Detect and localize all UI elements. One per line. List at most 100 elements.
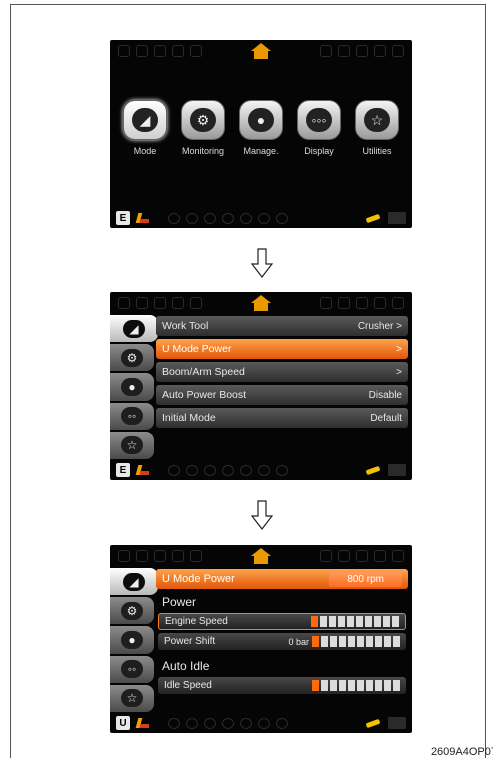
row-auto-power-boost[interactable]: Auto Power Boost Disable <box>156 385 408 405</box>
level-segment <box>339 636 346 647</box>
menu-label: Display <box>304 146 334 156</box>
menu-item-manage[interactable]: ● Manage. <box>234 100 288 156</box>
item-label: Power Shift <box>164 636 216 647</box>
row-value: Default <box>370 412 402 424</box>
header-label: U Mode Power <box>162 573 235 585</box>
indicator-icon <box>222 717 234 729</box>
lamp-icon <box>320 297 332 309</box>
home-icon[interactable] <box>251 548 271 564</box>
idle-speed-bar[interactable] <box>312 680 400 691</box>
menu-item-utilities[interactable]: ☆ Utilities <box>350 100 404 156</box>
level-segment <box>366 636 373 647</box>
tab-monitoring[interactable]: ⚙ <box>110 344 154 372</box>
section-power: Power <box>162 595 197 609</box>
home-icon[interactable] <box>251 295 271 311</box>
temp-icon <box>154 550 166 562</box>
indicator-icon <box>168 212 180 224</box>
fuel-icon <box>356 297 368 309</box>
level-segment <box>329 616 336 627</box>
level-segment <box>393 636 400 647</box>
tab-mode[interactable]: ◢ <box>110 315 158 343</box>
mode-menu-screen: ◢ ⚙ ● ◦◦ ☆ Work Tool Crusher > U Mode Po… <box>110 292 412 480</box>
engine-speed-bar[interactable] <box>311 616 399 627</box>
row-value: > <box>396 343 402 355</box>
gear-icon <box>374 45 386 57</box>
indicator-icon <box>204 212 216 224</box>
level-segment <box>374 616 381 627</box>
u-mode-power-panel: U Mode Power 800 rpm Power Engine Speed … <box>156 569 408 697</box>
work-mode-icon <box>134 211 150 225</box>
level-segment <box>356 616 363 627</box>
indicator-icon <box>240 464 252 476</box>
level-segment <box>384 680 391 691</box>
menu-item-monitoring[interactable]: ⚙ Monitoring <box>176 100 230 156</box>
tab-mode[interactable]: ◢ <box>110 568 158 596</box>
indicator-icon <box>204 464 216 476</box>
mode-icon[interactable]: ◢ <box>123 100 167 140</box>
level-segment <box>357 636 364 647</box>
power-shift-slider[interactable]: Power Shift 0 bar <box>158 633 406 650</box>
mode-icon: ◢ <box>123 572 145 591</box>
warning-icon <box>118 550 130 562</box>
tab-display[interactable]: ◦◦ <box>110 655 154 683</box>
utilities-icon: ☆ <box>121 436 143 455</box>
level-segment <box>375 636 382 647</box>
utilities-icon[interactable]: ☆ <box>355 100 399 140</box>
row-u-mode-power[interactable]: U Mode Power > <box>156 339 408 359</box>
status-bar-bottom: E <box>110 208 412 228</box>
home-icon[interactable] <box>251 43 271 59</box>
indicator-icon <box>240 212 252 224</box>
engine-speed-slider[interactable]: Engine Speed <box>158 613 406 630</box>
power-shift-bar[interactable] <box>312 636 400 647</box>
tab-monitoring[interactable]: ⚙ <box>110 597 154 625</box>
indicator-icon <box>276 212 288 224</box>
menu-label: Monitoring <box>181 146 225 156</box>
gear-icon <box>374 550 386 562</box>
indicator-icon <box>222 212 234 224</box>
key-icon <box>338 45 350 57</box>
indicator-icon <box>276 717 288 729</box>
work-mode-icon <box>134 463 150 477</box>
engine-icon <box>136 297 148 309</box>
display-icon[interactable]: ◦◦◦ <box>297 100 341 140</box>
row-label: Auto Power Boost <box>162 389 247 401</box>
power-mode-badge: U <box>116 716 130 730</box>
monitoring-icon[interactable]: ⚙ <box>181 100 225 140</box>
tab-manage[interactable]: ● <box>110 626 154 654</box>
row-work-tool[interactable]: Work Tool Crusher > <box>156 316 408 336</box>
row-value: > <box>396 366 402 378</box>
fuel-icon <box>356 45 368 57</box>
blank-indicator <box>388 464 406 476</box>
menu-item-mode[interactable]: ◢ Mode <box>118 100 172 156</box>
tab-manage[interactable]: ● <box>110 373 154 401</box>
manage-icon: ● <box>121 631 143 649</box>
wrench-icon <box>362 717 384 729</box>
tab-display[interactable]: ◦◦ <box>110 402 154 430</box>
menu-label: Manage. <box>243 146 279 156</box>
mode-settings-list: Work Tool Crusher > U Mode Power > Boom/… <box>156 316 408 431</box>
u-mode-power-screen: ◢ ⚙ ● ◦◦ ☆ U Mode Power 800 rpm Power En… <box>110 545 412 733</box>
tab-utilities[interactable]: ☆ <box>110 431 154 460</box>
level-segment <box>321 636 328 647</box>
figure-caption: 2609A4OP07 <box>430 746 493 758</box>
engine-icon <box>136 45 148 57</box>
level-segment <box>312 636 319 647</box>
side-tabs: ◢ ⚙ ● ◦◦ ☆ <box>110 314 158 460</box>
indicator-icon <box>186 717 198 729</box>
menu-item-display[interactable]: ◦◦◦ Display <box>292 100 346 156</box>
level-segment <box>339 680 346 691</box>
warning-icon <box>118 45 130 57</box>
level-segment <box>357 680 364 691</box>
tab-utilities[interactable]: ☆ <box>110 684 154 713</box>
idle-speed-slider[interactable]: Idle Speed <box>158 677 406 694</box>
row-boom-arm-speed[interactable]: Boom/Arm Speed > <box>156 362 408 382</box>
row-label: Initial Mode <box>162 412 216 424</box>
row-label: U Mode Power <box>162 343 232 355</box>
filter-icon <box>190 297 202 309</box>
utilities-icon: ☆ <box>121 689 143 708</box>
row-initial-mode[interactable]: Initial Mode Default <box>156 408 408 428</box>
side-tabs: ◢ ⚙ ● ◦◦ ☆ <box>110 567 158 713</box>
manage-icon[interactable]: ● <box>239 100 283 140</box>
level-segment <box>393 680 400 691</box>
level-segment <box>348 636 355 647</box>
